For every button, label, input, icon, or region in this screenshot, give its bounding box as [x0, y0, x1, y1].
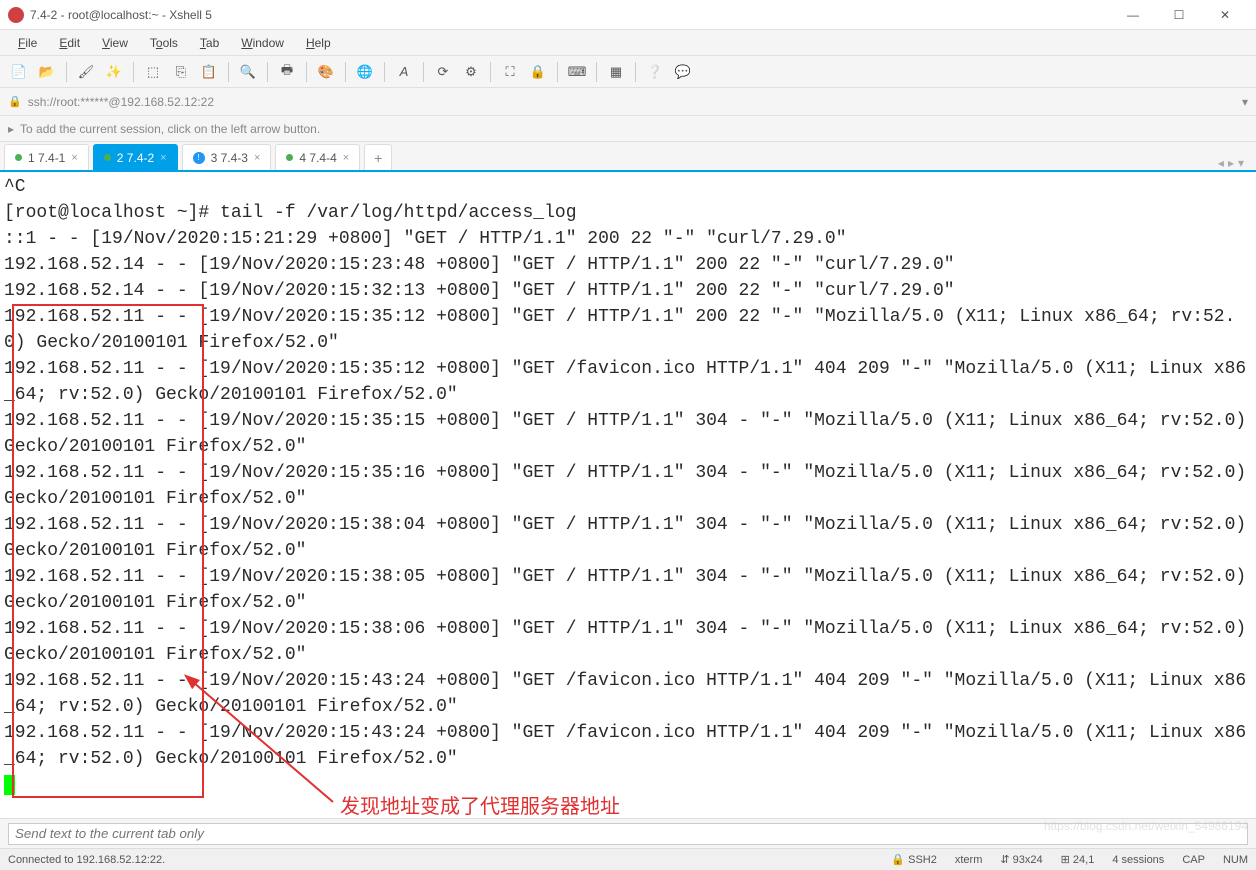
- app-icon: [8, 7, 24, 23]
- tab-1[interactable]: 1 7.4-1 ×: [4, 144, 89, 170]
- tab-4[interactable]: 4 7.4-4 ×: [275, 144, 360, 170]
- status-sessions: 4 sessions: [1112, 854, 1164, 866]
- hint-bar: ▸ To add the current session, click on t…: [0, 116, 1256, 142]
- separator: [133, 62, 134, 82]
- tab-label: 1 7.4-1: [28, 151, 65, 165]
- send-input[interactable]: [8, 823, 1248, 845]
- tab-label: 3 7.4-3: [211, 151, 248, 165]
- status-cap: CAP: [1182, 854, 1205, 866]
- link-button[interactable]: ⚙: [460, 61, 482, 83]
- tab-close-icon[interactable]: ×: [160, 152, 166, 164]
- keyboard-button[interactable]: ⌨: [566, 61, 588, 83]
- tab-3[interactable]: ! 3 7.4-3 ×: [182, 144, 272, 170]
- separator: [384, 62, 385, 82]
- reconnect-button[interactable]: 🖌: [75, 61, 97, 83]
- open-button[interactable]: 📂: [36, 61, 58, 83]
- dropdown-icon[interactable]: ▾: [1242, 95, 1248, 109]
- help-button[interactable]: ❔: [644, 61, 666, 83]
- script-button[interactable]: ⟳: [432, 61, 454, 83]
- close-button[interactable]: ✕: [1202, 0, 1248, 30]
- layout-button[interactable]: ▦: [605, 61, 627, 83]
- status-dot-icon: [104, 154, 111, 161]
- status-num: NUM: [1223, 854, 1248, 866]
- status-bar: Connected to 192.168.52.12:22. 🔒 SSH2 xt…: [0, 848, 1256, 870]
- toolbar: 📄 📂 🖌 ✨ ⬚ ⎘ 📋 🔍 🖶 🎨 🌐 A ⟳ ⚙ ⛶ 🔒 ⌨ ▦ ❔ 💬: [0, 56, 1256, 88]
- color-button[interactable]: 🎨: [315, 61, 337, 83]
- new-tab-button[interactable]: +: [364, 144, 392, 170]
- status-term: xterm: [955, 854, 983, 866]
- info-dot-icon: !: [193, 152, 205, 164]
- minimize-button[interactable]: —: [1110, 0, 1156, 30]
- lock-button[interactable]: 🔒: [527, 61, 549, 83]
- separator: [306, 62, 307, 82]
- tab-next-icon[interactable]: ▸: [1228, 156, 1234, 170]
- separator: [267, 62, 268, 82]
- maximize-button[interactable]: ☐: [1156, 0, 1202, 30]
- copy-button[interactable]: ⎘: [170, 61, 192, 83]
- menu-tools[interactable]: Tools: [140, 33, 188, 53]
- tab-close-icon[interactable]: ×: [343, 152, 349, 164]
- disconnect-button[interactable]: ✨: [103, 61, 125, 83]
- properties-button[interactable]: ⬚: [142, 61, 164, 83]
- separator: [423, 62, 424, 82]
- separator: [596, 62, 597, 82]
- tab-bar: 1 7.4-1 × 2 7.4-2 × ! 3 7.4-3 × 4 7.4-4 …: [0, 142, 1256, 172]
- separator: [66, 62, 67, 82]
- menu-window[interactable]: Window: [231, 33, 294, 53]
- tab-close-icon[interactable]: ×: [254, 152, 260, 164]
- separator: [557, 62, 558, 82]
- status-connected: Connected to 192.168.52.12:22.: [8, 854, 165, 866]
- print-button[interactable]: 🖶: [276, 61, 298, 83]
- menu-edit[interactable]: Edit: [49, 33, 90, 53]
- terminal[interactable]: ^C [root@localhost ~]# tail -f /var/log/…: [0, 172, 1256, 818]
- font-button[interactable]: A: [393, 61, 415, 83]
- lock-icon: 🔒: [8, 95, 22, 108]
- address-bar: 🔒 ssh://root:******@192.168.52.12:22 ▾: [0, 88, 1256, 116]
- annotation-text: 发现地址变成了代理服务器地址: [340, 790, 620, 819]
- menu-tab[interactable]: Tab: [190, 33, 229, 53]
- separator: [490, 62, 491, 82]
- menu-view[interactable]: View: [92, 33, 138, 53]
- new-session-button[interactable]: 📄: [8, 61, 30, 83]
- menubar: File Edit View Tools Tab Window Help: [0, 30, 1256, 56]
- hint-icon: ▸: [8, 122, 14, 136]
- tab-2[interactable]: 2 7.4-2 ×: [93, 144, 178, 170]
- tab-list-icon[interactable]: ▾: [1238, 156, 1244, 170]
- window-title: 7.4-2 - root@localhost:~ - Xshell 5: [30, 8, 1110, 22]
- hint-text: To add the current session, click on the…: [20, 122, 320, 136]
- send-bar: [0, 818, 1256, 848]
- fullscreen-button[interactable]: ⛶: [499, 61, 521, 83]
- separator: [228, 62, 229, 82]
- find-button[interactable]: 🔍: [237, 61, 259, 83]
- tab-label: 2 7.4-2: [117, 151, 154, 165]
- tab-prev-icon[interactable]: ◂: [1218, 156, 1224, 170]
- menu-file[interactable]: File: [8, 33, 47, 53]
- titlebar: 7.4-2 - root@localhost:~ - Xshell 5 — ☐ …: [0, 0, 1256, 30]
- separator: [345, 62, 346, 82]
- status-dot-icon: [286, 154, 293, 161]
- menu-help[interactable]: Help: [296, 33, 341, 53]
- paste-button[interactable]: 📋: [198, 61, 220, 83]
- tab-label: 4 7.4-4: [299, 151, 336, 165]
- separator: [635, 62, 636, 82]
- address-text[interactable]: ssh://root:******@192.168.52.12:22: [28, 95, 1242, 109]
- feedback-button[interactable]: 💬: [672, 61, 694, 83]
- language-button[interactable]: 🌐: [354, 61, 376, 83]
- tab-close-icon[interactable]: ×: [71, 152, 77, 164]
- status-dot-icon: [15, 154, 22, 161]
- tab-navigation: ◂ ▸ ▾: [1218, 156, 1252, 170]
